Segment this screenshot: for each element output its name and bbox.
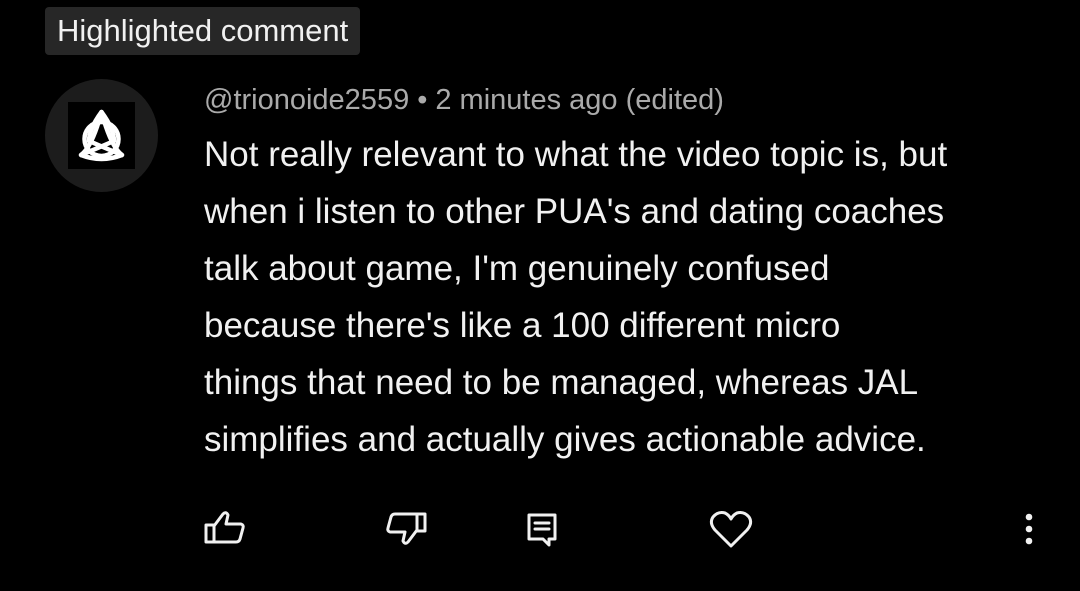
more-vert-icon xyxy=(1025,513,1033,545)
comment-line: simplifies and actually gives actionable… xyxy=(204,420,926,459)
heart-button[interactable] xyxy=(706,503,756,553)
like-button[interactable] xyxy=(199,503,249,553)
comment-line: talk about game, I'm genuinely confused xyxy=(204,249,830,288)
comment-line: Not really relevant to what the video to… xyxy=(204,135,948,174)
comment-line: because there's like a 100 different mic… xyxy=(204,306,841,345)
reply-icon xyxy=(527,513,557,547)
reply-button[interactable] xyxy=(517,503,567,553)
comment-meta: @trionoide2559 • 2 minutes ago (edited) xyxy=(204,80,724,120)
dislike-button[interactable] xyxy=(382,503,432,553)
triquetra-icon xyxy=(68,102,135,169)
dislike-icon xyxy=(386,512,427,545)
comment-line: when i listen to other PUA's and dating … xyxy=(204,192,945,231)
comment-body: Not really relevant to what the video to… xyxy=(204,126,1054,468)
like-icon xyxy=(204,511,245,544)
heart-icon xyxy=(709,511,753,548)
avatar[interactable] xyxy=(45,79,158,192)
meta-separator: • xyxy=(417,84,428,116)
comment-time: 2 minutes ago (edited) xyxy=(435,84,724,116)
more-options-button[interactable] xyxy=(1004,503,1054,553)
highlighted-comment-badge: Highlighted comment xyxy=(45,7,361,55)
comment-line: things that need to be managed, whereas … xyxy=(204,363,919,402)
comment-author[interactable]: @trionoide2559 xyxy=(204,84,409,116)
